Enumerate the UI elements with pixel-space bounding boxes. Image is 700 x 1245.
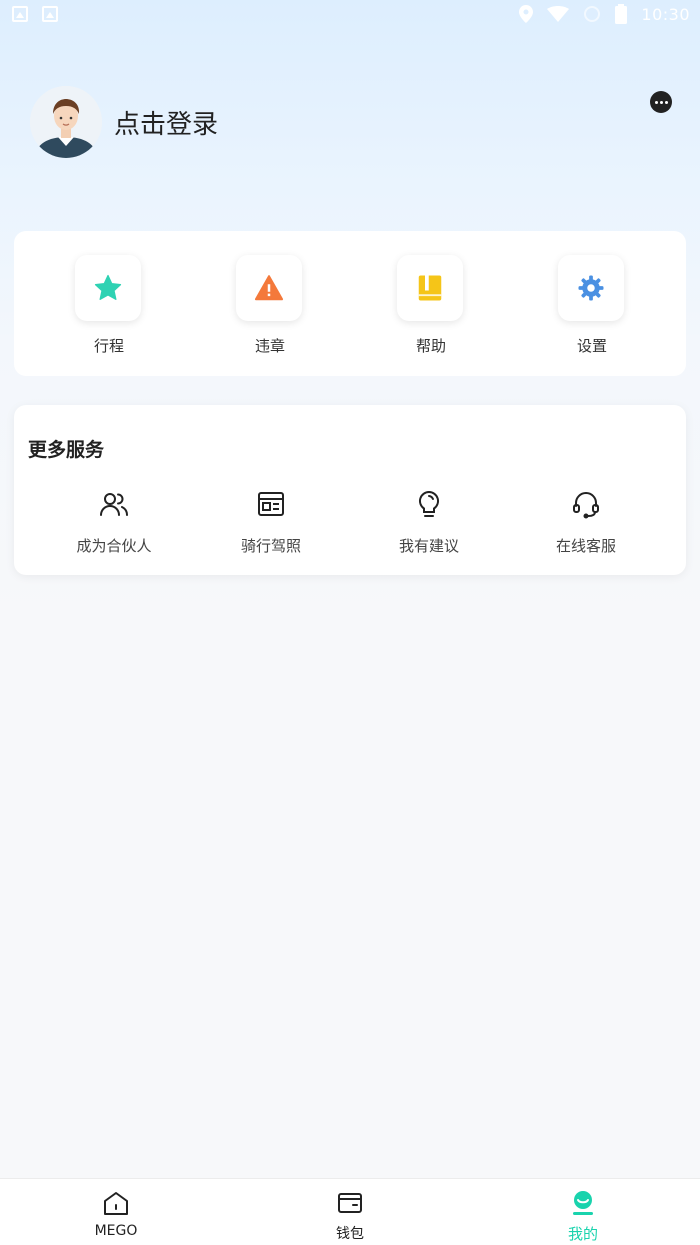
wallet-icon — [338, 1193, 362, 1213]
star-icon — [94, 274, 122, 300]
gallery-notification-icon — [12, 6, 28, 22]
suggestion-label: 我有建议 — [398, 537, 459, 555]
riding-license-button[interactable]: 骑行驾照 — [206, 489, 336, 556]
warning-icon — [254, 275, 284, 301]
settings-button[interactable]: 设置 — [558, 255, 626, 356]
trips-label: 行程 — [93, 337, 124, 355]
battery-icon — [615, 4, 628, 24]
headset-icon — [573, 492, 599, 519]
app-notification-icon — [42, 6, 58, 22]
help-label: 帮助 — [415, 337, 446, 355]
partners-icon — [100, 493, 128, 516]
settings-label: 设置 — [576, 337, 607, 355]
tab-mine[interactable]: 我的 — [523, 1189, 643, 1244]
trips-button[interactable]: 行程 — [75, 255, 143, 356]
tab-wallet-label: 钱包 — [336, 1226, 364, 1242]
become-partner-label: 成为合伙人 — [76, 537, 152, 555]
avatar[interactable] — [30, 86, 102, 158]
home-icon — [104, 1192, 128, 1215]
bottom-tab-bar: MEGO 钱包 我的 — [0, 1178, 700, 1245]
lightbulb-icon — [418, 490, 440, 517]
profile-header[interactable]: 点击登录 — [30, 86, 218, 158]
quick-actions-card: 行程 违章 帮助 设置 — [14, 231, 686, 376]
violations-label: 违章 — [254, 337, 285, 355]
status-bar: 10:30 — [0, 0, 700, 30]
section-title: 更多服务 — [28, 439, 105, 461]
tab-mego[interactable]: MEGO — [56, 1189, 176, 1239]
message-icon[interactable] — [650, 91, 672, 113]
book-icon — [418, 275, 442, 301]
license-icon — [258, 492, 284, 516]
help-button[interactable]: 帮助 — [397, 255, 465, 356]
violations-button[interactable]: 违章 — [236, 255, 304, 356]
tab-mego-label: MEGO — [94, 1223, 138, 1239]
tab-wallet[interactable]: 钱包 — [290, 1189, 410, 1243]
become-partner-button[interactable]: 成为合伙人 — [49, 489, 179, 556]
status-time: 10:30 — [641, 4, 690, 24]
online-support-button[interactable]: 在线客服 — [521, 489, 651, 556]
online-support-label: 在线客服 — [555, 537, 616, 555]
profile-icon — [573, 1191, 593, 1215]
wifi-icon — [547, 6, 570, 22]
login-prompt[interactable]: 点击登录 — [114, 104, 218, 141]
tab-mine-label: 我的 — [567, 1225, 598, 1243]
signal-icon — [584, 6, 601, 22]
suggestion-button[interactable]: 我有建议 — [364, 489, 494, 556]
more-services-card: 更多服务 成为合伙人 骑行驾照 我有建议 在线客服 — [14, 405, 686, 575]
location-icon — [519, 5, 534, 23]
riding-license-label: 骑行驾照 — [240, 537, 301, 555]
gear-icon — [578, 275, 604, 301]
